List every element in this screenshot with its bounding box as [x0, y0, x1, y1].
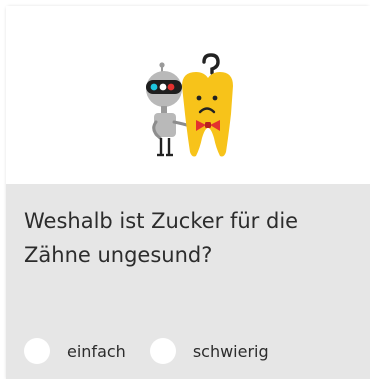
quiz-illustration: [6, 6, 370, 184]
question-text: Weshalb ist Zucker für die Zähne ungesun…: [24, 209, 299, 267]
robot-icon: [146, 62, 192, 157]
quiz-card[interactable]: Weshalb ist Zucker für die Zähne ungesun…: [6, 6, 370, 379]
radio-button-icon[interactable]: [24, 338, 50, 364]
robot-and-tooth-icon: [146, 53, 233, 157]
option-label: einfach: [67, 341, 126, 361]
option-einfach[interactable]: einfach: [24, 338, 126, 364]
tooth-icon: [182, 72, 233, 157]
difficulty-options: einfach schwierig: [24, 338, 293, 364]
option-label: schwierig: [192, 341, 269, 361]
quiz-info-panel: Weshalb ist Zucker für die Zähne ungesun…: [6, 184, 370, 379]
option-schwierig[interactable]: schwierig: [149, 338, 269, 364]
radio-button-icon[interactable]: [149, 338, 176, 364]
